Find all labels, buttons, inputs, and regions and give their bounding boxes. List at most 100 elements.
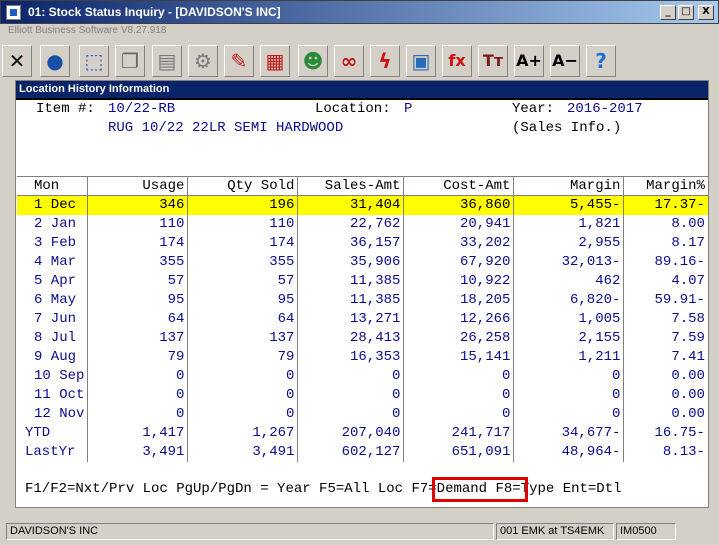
table-cell: 0 xyxy=(87,385,188,405)
table-cell: 3,491 xyxy=(87,442,188,462)
font-decrease-icon[interactable]: A− xyxy=(550,45,580,77)
column-header: Margin% xyxy=(623,176,708,196)
settings-icon[interactable]: ⚙ xyxy=(188,45,218,77)
table-cell: 95 xyxy=(187,290,298,310)
app-icon[interactable] xyxy=(6,5,21,20)
edit-icon[interactable]: ✎ xyxy=(224,45,254,77)
table-row[interactable]: 8 Jul 137 137 28,413 26,258 2,155 7.59 xyxy=(17,328,708,348)
table-cell: 10 Sep xyxy=(34,368,85,384)
table-row[interactable]: 5 Apr 57 57 11,385 10,922 462 4.07 xyxy=(17,271,708,291)
function-icon[interactable]: fx xyxy=(442,45,472,77)
table-cell: 5,455- xyxy=(513,195,624,215)
table-cell: 57 xyxy=(87,271,188,291)
table-cell: 67,920 xyxy=(403,252,514,272)
font-icon[interactable]: Tт xyxy=(478,45,508,77)
table-cell: 0 xyxy=(297,366,404,386)
table-row[interactable]: 10 Sep 0 0 0 0 0 0.00 xyxy=(17,366,708,386)
font-increase-icon[interactable]: A+ xyxy=(514,45,544,77)
table-cell: 9 Aug xyxy=(34,349,77,365)
item-value: 10/22-RB xyxy=(108,101,176,117)
table-cell: 1,267 xyxy=(187,423,298,443)
column-header: Margin xyxy=(513,176,624,196)
table-cell: 36,860 xyxy=(403,195,514,215)
column-header: Cost-Amt xyxy=(403,176,514,196)
lightning-icon[interactable]: ϟ xyxy=(370,45,400,77)
close-button[interactable]: X xyxy=(698,5,714,20)
table-cell: 8.13- xyxy=(623,442,708,462)
table-cell: 12 Nov xyxy=(34,406,85,422)
copy-icon[interactable]: ❐ xyxy=(115,45,145,77)
table-cell: 31,404 xyxy=(297,195,404,215)
table-cell: 1,211 xyxy=(513,347,624,367)
table-cell: 0 xyxy=(513,404,624,424)
table-cell: 651,091 xyxy=(403,442,514,462)
table-row[interactable]: 2 Jan 110 110 22,762 20,941 1,821 8.00 xyxy=(17,214,708,234)
table-cell: 1,005 xyxy=(513,309,624,329)
table-cell: 8.00 xyxy=(623,214,708,234)
table-cell: 137 xyxy=(87,328,188,348)
status-program: IM0500 xyxy=(616,523,676,540)
table-cell: 34,677- xyxy=(513,423,624,443)
column-header: Mon xyxy=(17,176,88,196)
table-row[interactable]: YTD 1,417 1,267 207,040 241,717 34,677- 16.75- xyxy=(17,423,708,443)
calendar-icon[interactable]: ▣ xyxy=(406,45,436,77)
table-cell: 7.41 xyxy=(623,347,708,367)
select-icon[interactable]: ⬚ xyxy=(79,45,109,77)
panel-title-rule xyxy=(16,98,708,100)
table-cell: 1,417 xyxy=(87,423,188,443)
table-cell: 3 Feb xyxy=(34,235,77,251)
table-cell: YTD xyxy=(25,425,51,441)
table-row[interactable]: 9 Aug 79 79 16,353 15,141 1,211 7.41 xyxy=(17,347,708,367)
table-cell: 33,202 xyxy=(403,233,514,253)
table-row[interactable]: 4 Mar 355 355 35,906 67,920 32,013- 89.16- xyxy=(17,252,708,272)
table-row[interactable]: 11 Oct 0 0 0 0 0 0.00 xyxy=(17,385,708,405)
exit-icon[interactable]: ✕ xyxy=(2,45,32,77)
info-type: (Sales Info.) xyxy=(512,120,622,136)
table-row[interactable]: 7 Jun 64 64 13,271 12,266 1,005 7.58 xyxy=(17,309,708,329)
table-cell: 0.00 xyxy=(623,385,708,405)
table-cell: 602,127 xyxy=(297,442,404,462)
table-cell: 15,141 xyxy=(403,347,514,367)
table-cell: 110 xyxy=(87,214,188,234)
table-cell: 174 xyxy=(187,233,298,253)
table-cell: 196 xyxy=(187,195,298,215)
demand-highlight-box xyxy=(432,477,528,502)
table-cell: 28,413 xyxy=(297,328,404,348)
item-description: RUG 10/22 22LR SEMI HARDWOOD xyxy=(108,120,344,136)
table-cell: 1 Dec xyxy=(17,195,88,215)
table-row[interactable]: 3 Feb 174 174 36,157 33,202 2,955 8.17 xyxy=(17,233,708,253)
table-cell: 10,922 xyxy=(403,271,514,291)
globe-icon[interactable]: ● xyxy=(40,45,70,77)
table-cell: 57 xyxy=(187,271,298,291)
column-header: Qty Sold xyxy=(187,176,298,196)
table-row[interactable]: 6 May 95 95 11,385 18,205 6,820- 59.91- xyxy=(17,290,708,310)
table-cell: 79 xyxy=(87,347,188,367)
table-cell: 7 Jun xyxy=(34,311,77,327)
maximize-button[interactable]: □ xyxy=(678,5,694,20)
table-row[interactable]: 12 Nov 0 0 0 0 0 0.00 xyxy=(17,404,708,424)
link-icon[interactable]: ∞ xyxy=(334,45,364,77)
table-cell: 355 xyxy=(87,252,188,272)
minimize-button[interactable]: _ xyxy=(660,5,676,20)
table-cell: 0 xyxy=(403,366,514,386)
table-row[interactable]: 1 Dec 346 196 31,404 36,860 5,455- 17.37- xyxy=(17,195,708,215)
table-cell: 59.91- xyxy=(623,290,708,310)
table-cell: 0 xyxy=(513,385,624,405)
table-cell: 0 xyxy=(87,366,188,386)
help-icon[interactable]: ? xyxy=(586,45,616,77)
table-cell: 18,205 xyxy=(403,290,514,310)
paste-icon[interactable]: ▤ xyxy=(152,45,182,77)
location-history-panel: Location History Information Item #: 10/… xyxy=(15,80,709,508)
table-cell: 7.58 xyxy=(623,309,708,329)
table-cell: 3,491 xyxy=(187,442,298,462)
users-icon[interactable]: ☻ xyxy=(298,45,328,77)
table-cell: 16,353 xyxy=(297,347,404,367)
report-icon[interactable]: ▦ xyxy=(260,45,290,77)
toolbar: ✕ ● ⬚ ❐ ▤ ⚙ ✎ ▦ ☻ ∞ ϟ ▣ fx Tт A+ A−? xyxy=(2,45,717,78)
status-bar: DAVIDSON'S INC 001 EMK at TS4EMK IM0500 xyxy=(0,520,719,545)
table-row[interactable]: LastYr 3,491 3,491 602,127 651,091 48,964- 8.1… xyxy=(17,442,708,462)
table-cell: 26,258 xyxy=(403,328,514,348)
column-header: Usage xyxy=(87,176,188,196)
status-session: 001 EMK at TS4EMK xyxy=(496,523,614,540)
table-cell: 355 xyxy=(187,252,298,272)
